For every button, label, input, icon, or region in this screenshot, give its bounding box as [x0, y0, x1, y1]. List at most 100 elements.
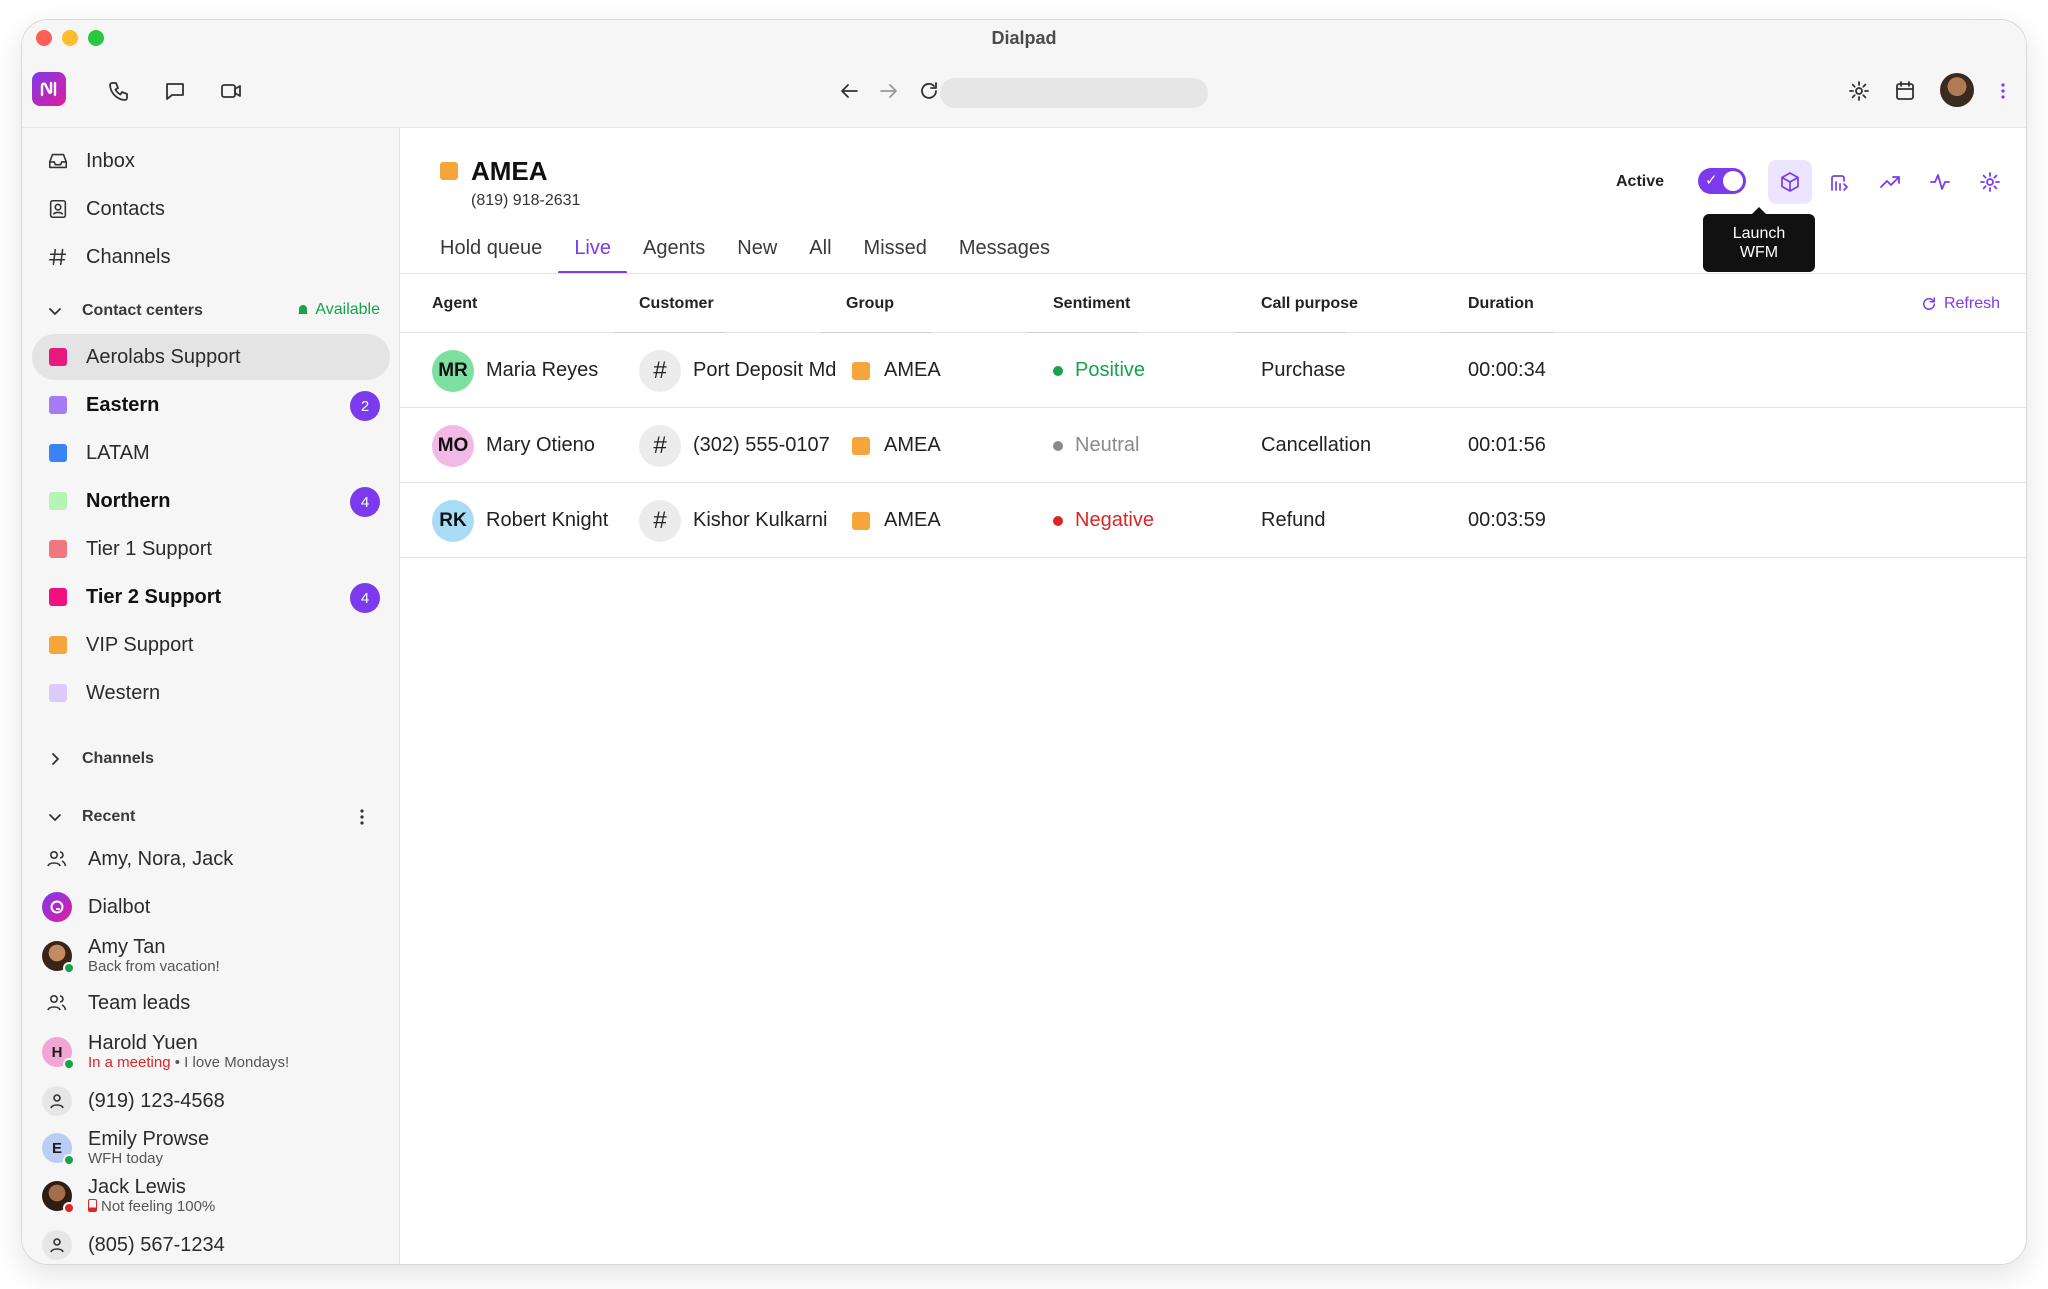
sidebar-item-label: Eastern	[86, 393, 160, 416]
recent-item-harold-yuen[interactable]: H Harold Yuen In a meeting • I love Mond…	[42, 1032, 390, 1072]
channels-header[interactable]: Channels	[44, 744, 390, 774]
agent-avatar: RK	[432, 499, 474, 542]
messages-button[interactable]	[158, 74, 192, 108]
recent-more-button[interactable]	[352, 806, 372, 828]
column-header-call-purpose[interactable]: Call purpose	[1261, 274, 1358, 333]
sidebar-item-tier-2-support[interactable]: Tier 2 Support 4	[32, 574, 390, 620]
call-purpose-cell: Refund	[1261, 483, 1326, 558]
tab-all[interactable]: All	[793, 226, 847, 274]
more-menu-button[interactable]	[1986, 74, 2020, 108]
activity-button[interactable]	[1918, 160, 1962, 204]
availability-status[interactable]: Available	[295, 301, 380, 319]
launch-wfm-button[interactable]	[1768, 160, 1812, 204]
color-swatch	[49, 636, 67, 654]
group-color-swatch	[852, 511, 870, 530]
address-bar[interactable]	[940, 78, 1208, 108]
recent-name: Jack Lewis	[88, 1176, 186, 1198]
column-header-duration[interactable]: Duration	[1468, 274, 1534, 333]
app-logo[interactable]	[32, 72, 66, 106]
color-swatch	[49, 444, 67, 462]
tooltip-line: Launch	[1732, 225, 1786, 242]
pulse-icon	[1930, 174, 1950, 190]
analytics-button[interactable]	[1868, 160, 1912, 204]
color-swatch	[49, 396, 67, 414]
section-title: Channels	[82, 750, 155, 767]
table-row[interactable]: RK Robert Knight # Kishor Kulkarni AMEA Negat…	[400, 483, 2026, 558]
recent-item-phone-2[interactable]: (805) 567-1234	[42, 1230, 390, 1260]
recent-item-team-leads[interactable]: Team leads	[42, 988, 390, 1018]
recent-item-phone-1[interactable]: (919) 123-4568	[42, 1086, 390, 1116]
top-toolbar	[22, 56, 2026, 128]
sidebar-item-label: LATAM	[86, 441, 150, 464]
coaching-button[interactable]	[1818, 160, 1862, 204]
sidebar-item-western[interactable]: Western	[32, 670, 390, 716]
sidebar-item-inbox[interactable]: Inbox	[32, 138, 390, 184]
sidebar-item-label: Tier 2 Support	[86, 585, 222, 608]
tab-hold-queue[interactable]: Hold queue	[440, 226, 558, 274]
settings-button[interactable]	[1842, 74, 1876, 108]
sentiment-cell: Negative	[1053, 483, 1154, 558]
forward-button[interactable]	[872, 74, 906, 108]
window-title: Dialpad	[991, 28, 1057, 48]
section-title: Recent	[82, 808, 136, 825]
tooltip-line: WFM	[1739, 244, 1779, 261]
tab-agents[interactable]: Agents	[627, 226, 721, 274]
close-window-button[interactable]	[36, 30, 52, 46]
sidebar-item-aerolabs-support[interactable]: Aerolabs Support	[32, 334, 390, 380]
group-name: AMEA	[884, 359, 941, 381]
calendar-button[interactable]	[1888, 74, 1922, 108]
group-color-swatch	[440, 162, 458, 180]
active-toggle[interactable]: ✓	[1698, 168, 1746, 194]
refresh-button[interactable]: Refresh	[1920, 274, 2000, 333]
status-message: Not feeling 100%	[101, 1198, 216, 1215]
chevron-right-icon	[44, 748, 66, 770]
agent-name: Mary Otieno	[486, 434, 595, 456]
sidebar-item-eastern[interactable]: Eastern 2	[32, 382, 390, 428]
recent-name: (919) 123-4568	[88, 1090, 225, 1112]
tab-live[interactable]: Live	[558, 226, 627, 274]
table-row[interactable]: MR Maria Reyes # Port Deposit Md AMEA Positiv…	[400, 333, 2026, 408]
column-header-group[interactable]: Group	[846, 274, 894, 333]
table-header: Refresh Agent Customer Group Sentiment Call …	[400, 274, 2026, 333]
sidebar-item-tier-1-support[interactable]: Tier 1 Support	[32, 526, 390, 572]
column-header-agent[interactable]: Agent	[432, 274, 477, 333]
recent-item-amy-tan[interactable]: Amy Tan Back from vacation!	[42, 936, 390, 976]
recent-item-dialbot[interactable]: Dialbot	[42, 892, 390, 922]
calendar-icon	[1896, 81, 1914, 100]
sidebar-item-northern[interactable]: Northern 4	[32, 478, 390, 524]
sidebar-item-label: Tier 1 Support	[86, 537, 212, 560]
maximize-window-button[interactable]	[88, 30, 104, 46]
column-header-customer[interactable]: Customer	[639, 274, 714, 333]
recent-item-jack-lewis[interactable]: Jack Lewis Not feeling 100%	[42, 1176, 390, 1216]
phone-button[interactable]	[102, 74, 136, 108]
tab-bar: Hold queue Live Agents New All Missed Messages	[440, 226, 1066, 274]
bell-icon	[298, 305, 309, 315]
recent-header[interactable]: Recent	[44, 802, 390, 832]
recent-status: WFH today	[88, 1150, 164, 1167]
sidebar-item-channels[interactable]: Channels	[32, 234, 390, 280]
color-swatch	[49, 348, 67, 366]
tab-missed[interactable]: Missed	[848, 226, 943, 274]
sidebar: Inbox Contacts Channels Contact centers …	[22, 128, 400, 1264]
recent-item-group-chat[interactable]: Amy, Nora, Jack	[42, 844, 390, 874]
sidebar-item-latam[interactable]: LATAM	[32, 430, 390, 476]
refresh-icon	[1922, 296, 1935, 310]
tab-new[interactable]: New	[721, 226, 793, 274]
table-row[interactable]: MO Mary Otieno # (302) 555-0107 AMEA Neutral C…	[400, 408, 2026, 483]
recent-name: Team leads	[88, 992, 191, 1014]
person-icon	[42, 1230, 72, 1260]
contact-centers-header[interactable]: Contact centers Available	[44, 296, 390, 326]
video-button[interactable]	[214, 74, 248, 108]
minimize-window-button[interactable]	[62, 30, 78, 46]
recent-item-emily-prowse[interactable]: E Emily Prowse WFH today	[42, 1128, 390, 1168]
arrow-left-icon	[841, 84, 858, 98]
main-panel: AMEA (819) 918-2631 Hold queue Live Agents…	[400, 128, 2026, 1264]
user-avatar[interactable]	[1940, 73, 1974, 107]
back-button[interactable]	[832, 74, 866, 108]
group-settings-button[interactable]	[1968, 160, 2012, 204]
sidebar-item-contacts[interactable]: Contacts	[32, 186, 390, 232]
tab-messages[interactable]: Messages	[943, 226, 1066, 274]
sidebar-item-vip-support[interactable]: VIP Support	[32, 622, 390, 668]
chat-icon	[166, 83, 184, 100]
column-header-sentiment[interactable]: Sentiment	[1053, 274, 1130, 333]
